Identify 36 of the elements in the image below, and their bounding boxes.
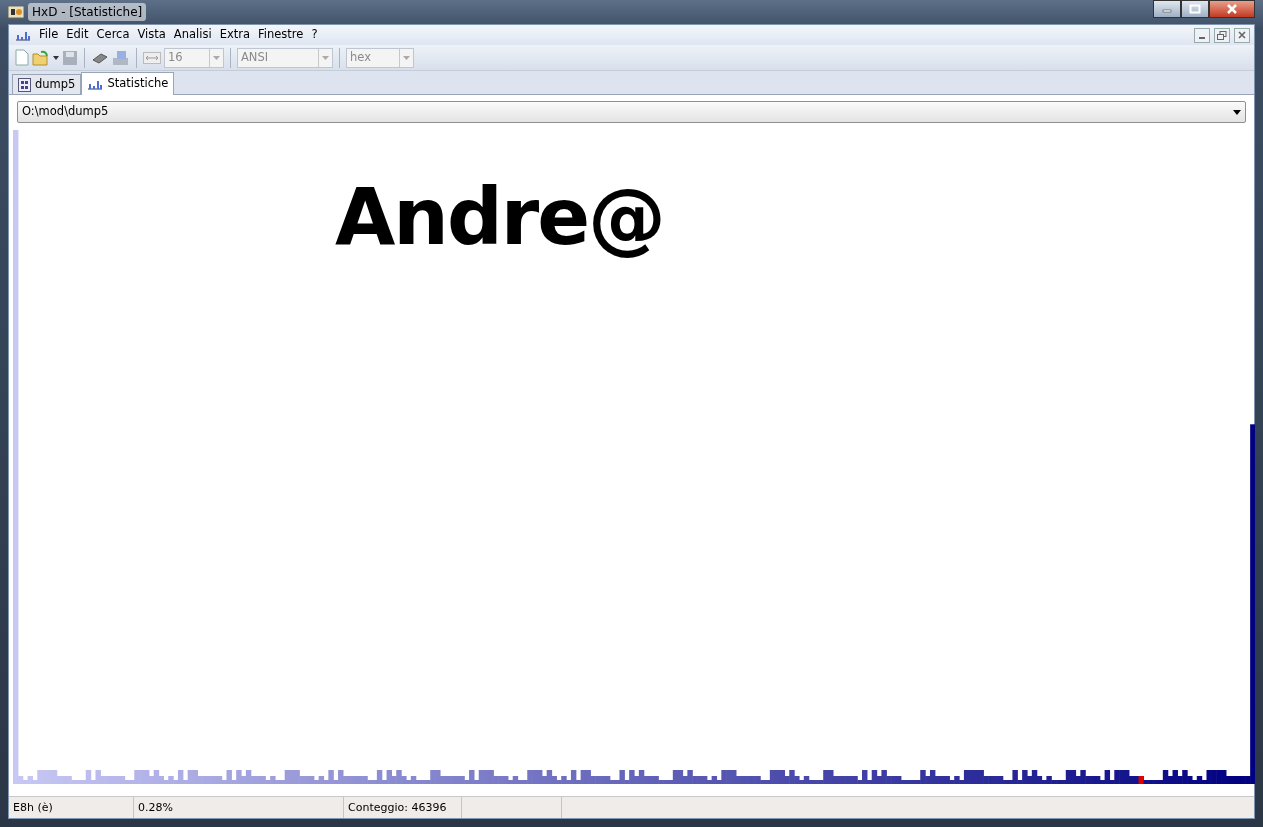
menu-item[interactable]: Extra <box>215 26 254 44</box>
status-field: Conteggio: 46396 <box>344 797 462 818</box>
close-icon <box>1238 31 1246 39</box>
tab[interactable]: dump5 <box>12 74 82 94</box>
arrows-icon <box>143 51 161 64</box>
close-button[interactable] <box>1209 0 1255 18</box>
caret-icon <box>322 55 329 60</box>
menu-item[interactable]: Cerca <box>92 26 134 44</box>
status-field: 0.28% <box>134 797 344 818</box>
menu-item[interactable]: Vista <box>133 26 170 44</box>
minimize-button[interactable] <box>1153 0 1181 18</box>
caret-icon <box>1233 109 1241 115</box>
restore-icon <box>1217 30 1227 40</box>
caret-icon <box>213 55 220 60</box>
menu-item[interactable]: ? <box>307 26 322 44</box>
caret-icon[interactable] <box>53 55 59 60</box>
menu-item[interactable]: Edit <box>62 26 93 44</box>
menu-item[interactable]: File <box>35 26 63 44</box>
status-field: E8h (è) <box>9 797 134 818</box>
tab[interactable]: Statistiche <box>81 72 175 95</box>
close-icon <box>1226 4 1238 14</box>
mdi-restore-button[interactable] <box>1214 27 1230 43</box>
maximize-icon <box>1189 4 1201 14</box>
menu-item[interactable]: Finestre <box>254 26 308 44</box>
mdi-close-button[interactable] <box>1234 27 1250 43</box>
window-title: HxD - [Statistiche] <box>28 3 147 21</box>
histogram-icon <box>15 29 31 41</box>
histogram-icon <box>87 78 104 90</box>
file-select-dropdown[interactable]: O:\mod\dump5 <box>17 101 1246 123</box>
document-icon <box>18 77 31 92</box>
overlay-text: Andre@ <box>335 178 665 256</box>
menu-item[interactable]: Analisi <box>169 26 216 44</box>
caret-icon <box>403 55 410 60</box>
app-icon <box>8 5 24 19</box>
maximize-button[interactable] <box>1181 0 1209 18</box>
mdi-minimize-button[interactable] <box>1194 27 1210 43</box>
